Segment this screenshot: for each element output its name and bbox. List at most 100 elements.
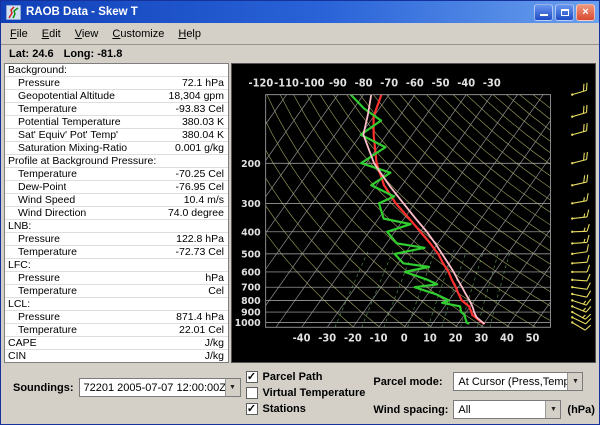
table-row-value: J/kg bbox=[205, 350, 228, 362]
table-row[interactable]: Temperature22.01 Cel bbox=[5, 323, 228, 336]
table-row-label: Wind Direction bbox=[5, 207, 86, 219]
svg-text:400: 400 bbox=[241, 227, 261, 238]
title-bar[interactable]: RAOB Data - Skew T × bbox=[1, 1, 599, 23]
table-row-value: -70.25 Cel bbox=[176, 168, 228, 180]
table-row-value: 0.001 g/kg bbox=[175, 142, 228, 154]
table-row-label: Wind Speed bbox=[5, 194, 75, 206]
table-row-value: -76.95 Cel bbox=[176, 181, 228, 193]
chevron-down-icon[interactable]: ▼ bbox=[567, 373, 582, 390]
svg-text:-60: -60 bbox=[406, 78, 424, 89]
table-row[interactable]: LFC: bbox=[5, 258, 228, 271]
chevron-down-icon[interactable]: ▼ bbox=[545, 401, 560, 418]
menu-help[interactable]: Help bbox=[171, 25, 208, 43]
table-row[interactable]: Potential Temperature380.03 K bbox=[5, 115, 228, 128]
table-row[interactable]: Temperature Cel bbox=[5, 284, 228, 297]
table-row-label: Dew-Point bbox=[5, 181, 66, 193]
table-row-value: 10.4 m/s bbox=[184, 194, 228, 206]
minimize-button[interactable] bbox=[534, 4, 553, 21]
window-title: RAOB Data - Skew T bbox=[26, 6, 534, 18]
bottom-controls: Soundings: 72201 2005-07-07 12:00:00Z ▼ … bbox=[1, 363, 599, 424]
svg-text:-30: -30 bbox=[483, 78, 501, 89]
table-row[interactable]: Background: bbox=[5, 64, 228, 76]
table-row-label: Temperature bbox=[5, 285, 77, 297]
table-row-value: 72.1 hPa bbox=[182, 77, 228, 89]
svg-text:30: 30 bbox=[474, 333, 488, 344]
table-row[interactable]: CAPEJ/kg bbox=[5, 336, 228, 349]
table-row[interactable]: PressurehPa bbox=[5, 271, 228, 284]
table-row[interactable]: LCL: bbox=[5, 297, 228, 310]
checkbox-box[interactable]: ✓ bbox=[246, 371, 258, 383]
menu-file[interactable]: File bbox=[3, 25, 35, 43]
table-row-label: Temperature bbox=[5, 324, 77, 336]
svg-text:-110: -110 bbox=[274, 78, 299, 89]
checkbox-virtual-temperature[interactable]: Virtual Temperature bbox=[246, 387, 366, 399]
table-row[interactable]: Pressure871.4 hPa bbox=[5, 310, 228, 323]
skewt-chart-panel[interactable]: -120-110-100-90-80-70-60-50-40-30-40-30-… bbox=[231, 63, 596, 363]
svg-text:50: 50 bbox=[526, 333, 540, 344]
wind-spacing-combobox[interactable]: All ▼ bbox=[453, 400, 561, 419]
table-row-value: 871.4 hPa bbox=[176, 311, 228, 323]
svg-text:-40: -40 bbox=[293, 333, 311, 344]
table-row-label: LNB: bbox=[5, 220, 31, 232]
table-row[interactable]: Wind Speed 10.4 m/s bbox=[5, 193, 228, 206]
checkbox-label: Stations bbox=[263, 403, 306, 415]
checkbox-label: Parcel Path bbox=[263, 371, 323, 383]
parcel-mode-combobox[interactable]: At Cursor (Press,Temp) ▼ bbox=[453, 372, 583, 391]
soundings-combobox[interactable]: 72201 2005-07-07 12:00:00Z ▼ bbox=[79, 378, 241, 397]
table-row-label: Temperature bbox=[5, 103, 77, 115]
table-row-value: 380.03 K bbox=[182, 116, 228, 128]
wind-spacing-value: All bbox=[454, 404, 545, 416]
svg-text:-10: -10 bbox=[370, 333, 388, 344]
menu-customize[interactable]: Customize bbox=[105, 25, 171, 43]
svg-text:-20: -20 bbox=[344, 333, 362, 344]
close-button[interactable]: × bbox=[576, 4, 595, 21]
table-row[interactable]: Temperature-72.73 Cel bbox=[5, 245, 228, 258]
table-row[interactable]: Temperature -70.25 Cel bbox=[5, 167, 228, 180]
checkbox-stations[interactable]: ✓ Stations bbox=[246, 403, 366, 415]
svg-text:-120: -120 bbox=[249, 78, 274, 89]
table-row-value: Cel bbox=[208, 285, 228, 297]
table-row[interactable]: Profile at Background Pressure: bbox=[5, 154, 228, 167]
table-row-value: 122.8 hPa bbox=[176, 233, 228, 245]
skewt-diagram[interactable]: -120-110-100-90-80-70-60-50-40-30-40-30-… bbox=[232, 64, 595, 362]
checkbox-label: Virtual Temperature bbox=[263, 387, 366, 399]
menu-view[interactable]: View bbox=[68, 25, 106, 43]
table-row[interactable]: Wind Direction 74.0 degree bbox=[5, 206, 228, 219]
table-row-label: Pressure bbox=[5, 77, 60, 89]
table-row-value: 74.0 degree bbox=[168, 207, 228, 219]
table-row-label: Temperature bbox=[5, 168, 77, 180]
soundings-value: 72201 2005-07-07 12:00:00Z bbox=[80, 382, 225, 394]
table-row[interactable]: LNB: bbox=[5, 219, 228, 232]
table-row[interactable]: CIN J/kg bbox=[5, 349, 228, 362]
svg-text:0: 0 bbox=[401, 333, 408, 344]
maximize-icon bbox=[561, 9, 569, 16]
svg-text:200: 200 bbox=[241, 159, 261, 170]
checkbox-box[interactable]: ✓ bbox=[246, 403, 258, 415]
table-row-value: hPa bbox=[205, 272, 228, 284]
svg-text:10: 10 bbox=[423, 333, 437, 344]
table-row[interactable]: Pressure122.8 hPa bbox=[5, 232, 228, 245]
table-row-label: Sat' Equiv' Pot' Temp' bbox=[5, 129, 118, 141]
menu-bar: FileEditViewCustomizeHelp bbox=[1, 23, 599, 45]
table-row[interactable]: Saturation Mixing-Ratio0.001 g/kg bbox=[5, 141, 228, 154]
table-row-label: Profile at Background Pressure: bbox=[5, 155, 156, 167]
app-icon bbox=[6, 5, 21, 20]
checkbox-parcel-path[interactable]: ✓ Parcel Path bbox=[246, 371, 366, 383]
svg-text:-30: -30 bbox=[318, 333, 336, 344]
svg-text:600: 600 bbox=[241, 267, 261, 278]
maximize-button[interactable] bbox=[555, 4, 574, 21]
table-row-label: CIN bbox=[5, 350, 26, 362]
checkbox-box[interactable] bbox=[246, 387, 258, 399]
svg-text:-70: -70 bbox=[380, 78, 398, 89]
table-row[interactable]: Pressure 72.1 hPa bbox=[5, 76, 228, 89]
table-row[interactable]: Geopotential Altitude18,304 gpm bbox=[5, 89, 228, 102]
table-row-value: -72.73 Cel bbox=[176, 246, 228, 258]
svg-text:20: 20 bbox=[449, 333, 463, 344]
table-row[interactable]: Sat' Equiv' Pot' Temp'380.04 K bbox=[5, 128, 228, 141]
table-row[interactable]: Dew-Point -76.95 Cel bbox=[5, 180, 228, 193]
chevron-down-icon[interactable]: ▼ bbox=[225, 379, 240, 396]
svg-text:800: 800 bbox=[241, 296, 261, 307]
table-row[interactable]: Temperature-93.83 Cel bbox=[5, 102, 228, 115]
table-row-label: Geopotential Altitude bbox=[5, 90, 115, 102]
menu-edit[interactable]: Edit bbox=[35, 25, 68, 43]
